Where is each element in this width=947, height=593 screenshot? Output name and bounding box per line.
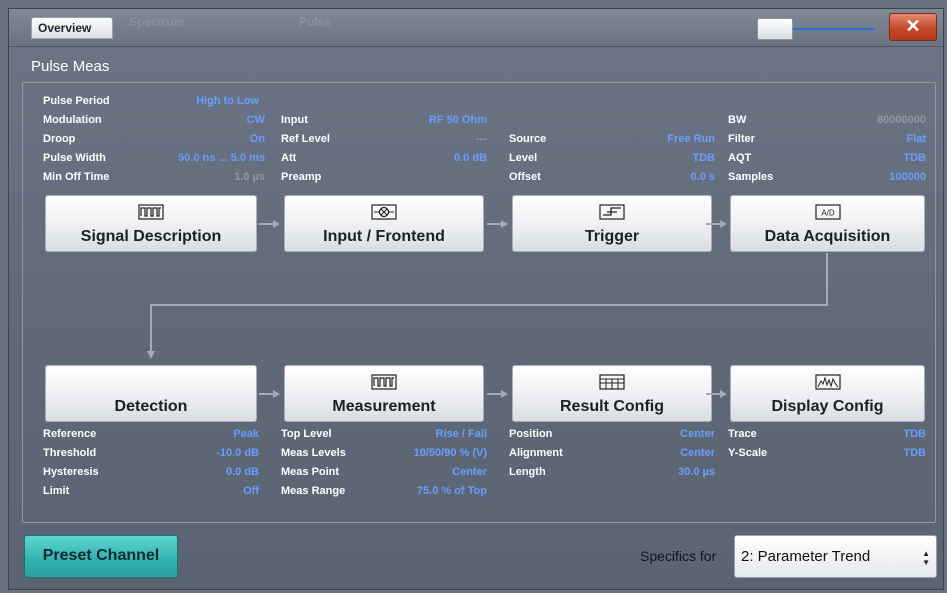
param-value: 30.0 µs: [678, 466, 715, 478]
title-bar: Overview Spectrum Pulse ✕: [9, 9, 943, 47]
param-row: Meas Point Center: [281, 466, 487, 485]
param-label: Trace: [728, 428, 757, 440]
param-row: Limit Off: [43, 485, 265, 504]
measurement-params: Top Level Rise / Fall Meas Levels 10/50/90…: [281, 428, 487, 508]
param-label: Meas Range: [281, 485, 346, 497]
result-config-params: Position Center Alignment Center Length 30.…: [509, 428, 715, 488]
param-value: TDB: [903, 447, 926, 459]
result-config-block[interactable]: Result Config: [512, 365, 712, 422]
param-row: Alignment Center: [509, 447, 715, 466]
specifics-label: Specifics for: [640, 548, 717, 564]
pulse-measure-icon: [371, 373, 397, 391]
param-label: Hysteresis: [43, 466, 99, 478]
param-value: Peak: [233, 428, 259, 440]
display-config-params: Trace TDB Y-Scale TDB: [728, 428, 926, 468]
param-row: Trace TDB: [728, 428, 926, 447]
specifics-select[interactable]: 2: Parameter Trend ▲ ▼: [734, 535, 937, 578]
specifics-selected-value: 2: Parameter Trend: [741, 548, 871, 565]
param-label: Meas Levels: [281, 447, 346, 459]
param-label: Position: [509, 428, 553, 440]
block-label: Result Config: [560, 398, 664, 415]
param-row: Reference Peak: [43, 428, 265, 447]
param-value: 0.0 dB: [225, 466, 259, 478]
param-label: Length: [509, 466, 546, 478]
flow-arrow: [259, 390, 280, 398]
display-config-block[interactable]: Display Config: [730, 365, 925, 422]
param-row: Hysteresis 0.0 dB: [43, 466, 265, 485]
tab-pulse-ghost: Pulse: [299, 15, 332, 29]
param-value: Center: [680, 428, 715, 440]
param-value: 75.0 % of Top: [416, 485, 487, 497]
measurement-block[interactable]: Measurement: [284, 365, 484, 422]
preset-channel-button[interactable]: Preset Channel: [24, 535, 178, 578]
param-label: Reference: [43, 428, 97, 440]
param-row: Top Level Rise / Fall: [281, 428, 487, 447]
table-icon: [599, 373, 625, 391]
block-label: Detection: [114, 398, 188, 415]
param-row: Y-Scale TDB: [728, 447, 926, 466]
block-label: Display Config: [771, 398, 884, 415]
param-row: Threshold -10.0 dB: [43, 447, 265, 466]
param-row: Length 30.0 µs: [509, 466, 715, 485]
tab-spectrum-ghost: Spectrum: [129, 15, 185, 29]
param-label: Top Level: [281, 428, 332, 440]
param-label: Meas Point: [281, 466, 340, 478]
transparency-slider-thumb[interactable]: [757, 18, 793, 40]
block-label: Measurement: [332, 398, 436, 415]
param-row: Meas Range 75.0 % of Top: [281, 485, 487, 504]
param-label: Y-Scale: [728, 447, 768, 459]
detection-block[interactable]: Detection: [45, 365, 257, 422]
param-row: Meas Levels 10/50/90 % (V): [281, 447, 487, 466]
detection-params: Reference Peak Threshold -10.0 dB Hysteres…: [43, 428, 265, 508]
transparency-slider-track[interactable]: [779, 28, 875, 30]
param-value: TDB: [903, 428, 926, 440]
page-title: Pulse Meas: [31, 58, 110, 75]
trace-display-icon: [814, 373, 841, 391]
param-label: Alignment: [509, 447, 563, 459]
flow-arrow: [487, 390, 508, 398]
chevron-updown-icon: ▲ ▼: [922, 549, 930, 567]
param-value: Off: [243, 485, 259, 497]
param-value: -10.0 dB: [216, 447, 259, 459]
param-label: Limit: [43, 485, 70, 497]
tab-overview[interactable]: Overview: [31, 17, 113, 39]
param-value: 10/50/90 % (V): [413, 447, 487, 459]
flow-arrow: [706, 390, 727, 398]
overview-panel: Pulse Period High to Low Modulation CW Dro…: [22, 82, 936, 523]
param-value: Rise / Fall: [435, 428, 487, 440]
param-value: Center: [452, 466, 487, 478]
param-label: Threshold: [43, 447, 97, 459]
param-row: Position Center: [509, 428, 715, 447]
close-button[interactable]: ✕: [889, 13, 937, 41]
param-value: Center: [680, 447, 715, 459]
